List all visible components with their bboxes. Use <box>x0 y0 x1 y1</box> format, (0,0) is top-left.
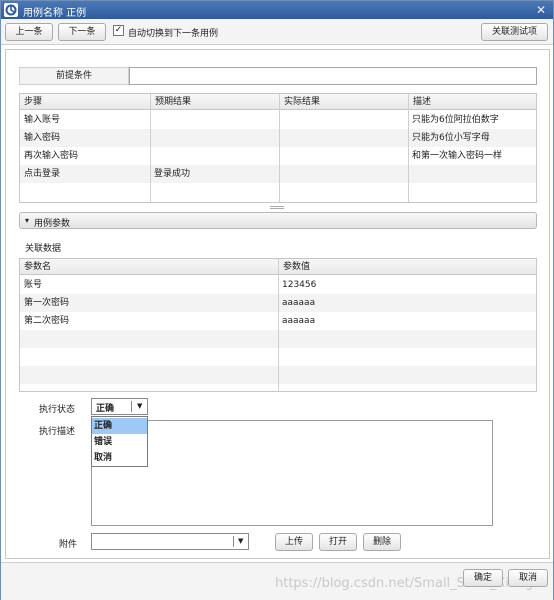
table-cell[interactable]: aaaaaa <box>278 294 536 312</box>
table-cell[interactable]: 第一次密码 <box>20 294 278 312</box>
auto-switch-label: 自动切换到下一条用例 <box>128 29 219 39</box>
col-desc-header[interactable]: 描述 <box>409 94 431 110</box>
toolbar: 上一条 下一条 ✓ 自动切换到下一条用例 关联测试项 <box>1 19 553 45</box>
title-bar: 用例名称 正例 ✕ <box>1 1 553 19</box>
exec-status-value: 正确 <box>96 404 115 414</box>
col-actual-header[interactable]: 实际结果 <box>280 94 320 110</box>
table-cell[interactable] <box>150 147 279 165</box>
option-cancel[interactable]: 取消 <box>92 450 147 466</box>
attachment-label: 附件 <box>59 540 78 550</box>
next-button[interactable]: 下一条 <box>58 23 106 41</box>
table-cell[interactable]: 只能为6位小写字母 <box>408 129 536 147</box>
prerequisite-input[interactable] <box>129 67 537 85</box>
footer-bar: https://blog.csdn.net/Small_Saint_Xiang … <box>1 562 553 600</box>
upload-button[interactable]: 上传 <box>275 533 313 551</box>
app-logo-icon <box>4 3 18 17</box>
table-cell[interactable]: 输入密码 <box>20 129 150 147</box>
splitter-handle[interactable] <box>270 206 284 209</box>
table-cell[interactable] <box>408 165 536 183</box>
select-divider <box>131 401 132 412</box>
table-cell[interactable]: 账号 <box>20 276 278 294</box>
table-cell[interactable]: 输入账号 <box>20 111 150 129</box>
table-cell[interactable] <box>279 165 408 183</box>
ok-button[interactable]: 确定 <box>463 569 503 587</box>
open-button[interactable]: 打开 <box>319 533 357 551</box>
table-cell[interactable]: 点击登录 <box>20 165 150 183</box>
prev-button[interactable]: 上一条 <box>5 23 53 41</box>
related-tests-button[interactable]: 关联测试项 <box>481 23 548 41</box>
main-panel: 前提条件 步骤 预期结果 实际结果 描述 输入账号 只能为6位阿拉伯数字 输入密… <box>5 49 550 559</box>
exec-desc-label: 执行描述 <box>39 427 76 437</box>
col-param-value-header[interactable]: 参数值 <box>279 259 310 275</box>
dialog-window: 用例名称 正例 ✕ 上一条 下一条 ✓ 自动切换到下一条用例 关联测试项 前提条… <box>0 0 554 600</box>
table-cell[interactable]: 再次输入密码 <box>20 147 150 165</box>
table-cell[interactable] <box>279 147 408 165</box>
steps-table: 步骤 预期结果 实际结果 描述 输入账号 只能为6位阿拉伯数字 输入密码 只能为… <box>19 93 537 203</box>
params-section-label: 用例参数 <box>34 219 71 229</box>
delete-button[interactable]: 删除 <box>363 533 401 551</box>
table-cell[interactable]: 只能为6位阿拉伯数字 <box>408 111 536 129</box>
table-cell[interactable] <box>279 111 408 129</box>
exec-desc-textarea[interactable] <box>91 420 493 526</box>
table-cell[interactable]: 登录成功 <box>150 165 279 183</box>
assoc-data-table: 参数名 参数值 账号 123456 第一次密码 aaaaaa 第二次密码 aaa… <box>19 258 537 392</box>
cancel-button[interactable]: 取消 <box>508 569 548 587</box>
table-cell[interactable] <box>150 111 279 129</box>
col-expected-header[interactable]: 预期结果 <box>151 94 191 110</box>
assoc-data-label: 关联数据 <box>25 244 62 254</box>
exec-status-dropdown: 正确 错误 取消 <box>91 416 148 467</box>
steps-table-header: 步骤 预期结果 实际结果 描述 <box>20 94 536 110</box>
attachment-select[interactable]: ▼ <box>91 533 249 550</box>
chevron-down-icon: ▼ <box>238 537 244 545</box>
auto-switch-checkbox[interactable]: ✓ <box>113 25 124 36</box>
table-cell[interactable]: aaaaaa <box>278 312 536 330</box>
chevron-down-icon: ▼ <box>137 402 143 410</box>
window-title: 用例名称 正例 <box>23 8 87 19</box>
table-cell[interactable]: 第二次密码 <box>20 312 278 330</box>
params-section-toggle[interactable]: ▾ 用例参数 <box>19 212 537 229</box>
table-cell[interactable] <box>279 129 408 147</box>
col-param-name-header[interactable]: 参数名 <box>20 259 51 275</box>
table-cell[interactable] <box>150 129 279 147</box>
prerequisite-label: 前提条件 <box>19 67 129 85</box>
exec-status-select[interactable]: 正确 ▼ <box>91 398 148 415</box>
col-step-header[interactable]: 步骤 <box>20 94 42 110</box>
option-error[interactable]: 错误 <box>92 434 147 450</box>
close-icon[interactable]: ✕ <box>536 3 546 17</box>
select-divider <box>233 536 234 547</box>
option-correct[interactable]: 正确 <box>92 418 147 434</box>
table-cell[interactable]: 123456 <box>278 276 536 294</box>
exec-status-label: 执行状态 <box>39 405 76 415</box>
chevron-down-icon: ▾ <box>25 216 30 225</box>
table-cell[interactable]: 和第一次输入密码一样 <box>408 147 536 165</box>
